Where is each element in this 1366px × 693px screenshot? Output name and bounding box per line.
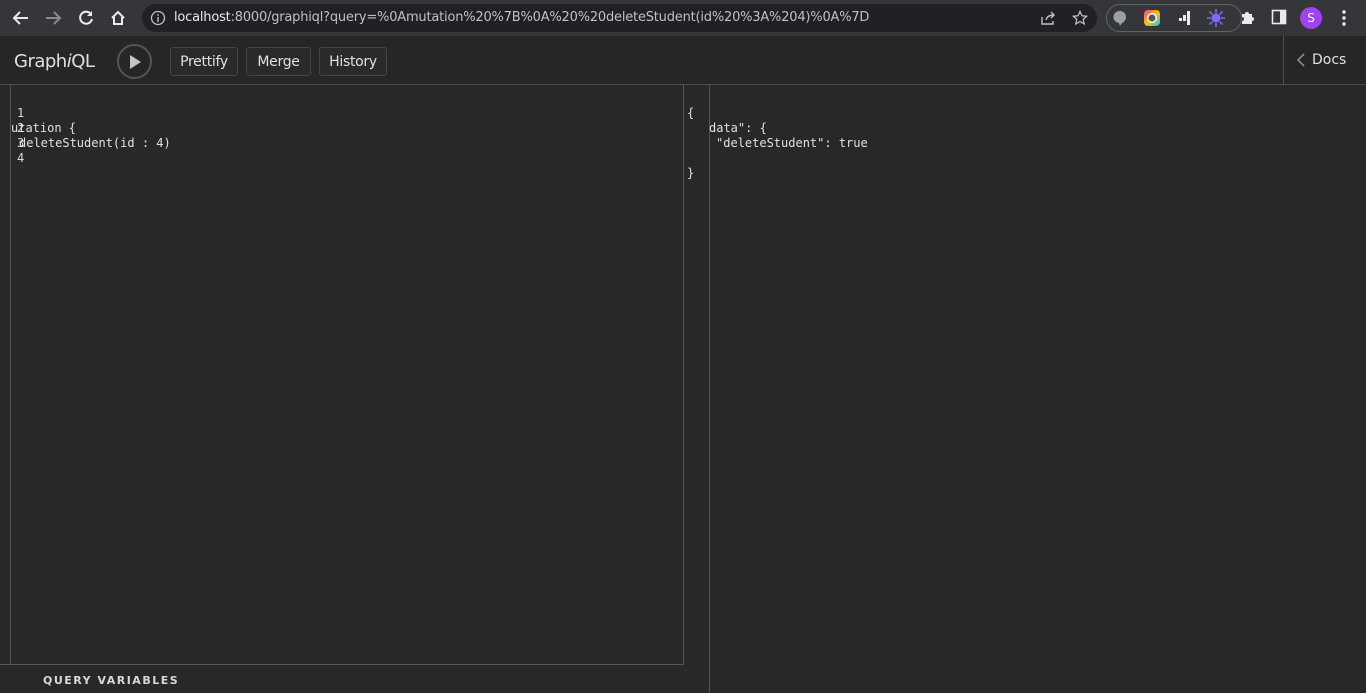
graphiql-toolbar: GraphiQL Prettify Merge History Docs xyxy=(0,36,1366,85)
code-line-delete[interactable]: deleteStudent(id : 4) xyxy=(19,136,171,151)
analytics-extension-icon[interactable] xyxy=(1176,9,1194,27)
prettify-button[interactable]: Prettify xyxy=(170,47,238,76)
reload-icon[interactable] xyxy=(74,6,98,30)
info-icon[interactable] xyxy=(150,10,166,26)
side-panel-icon[interactable] xyxy=(1271,9,1289,27)
query-editor[interactable]: 1 2 3 4 utation { deleteStudent(id : 4) xyxy=(0,85,684,665)
camera-extension-icon[interactable] xyxy=(1143,9,1161,27)
sun-extension-icon[interactable] xyxy=(1207,9,1225,27)
pane-divider[interactable] xyxy=(683,85,684,693)
profile-avatar[interactable]: S xyxy=(1300,7,1322,29)
forward-icon[interactable] xyxy=(41,6,65,30)
result-line: } xyxy=(687,166,695,180)
docs-button[interactable]: Docs xyxy=(1296,52,1346,68)
browser-toolbar: localhost:8000/graphiql?query=%0Amutatio… xyxy=(0,0,1366,36)
url-path: :8000/graphiql?query=%0Amutation%20%7B%0… xyxy=(230,10,870,25)
puzzle-icon[interactable] xyxy=(1239,9,1257,27)
url-host: localhost xyxy=(174,10,231,25)
docs-divider xyxy=(1283,36,1284,84)
menu-icon[interactable] xyxy=(1336,9,1352,27)
docs-label: Docs xyxy=(1312,52,1347,68)
graphiql-title: GraphiQL xyxy=(14,51,95,72)
result-gutter xyxy=(709,85,710,693)
speech-bubble-extension-icon[interactable] xyxy=(1112,9,1130,27)
editor-gutter xyxy=(10,85,11,665)
execute-query-button[interactable] xyxy=(117,44,152,79)
share-icon[interactable] xyxy=(1040,10,1056,26)
back-icon[interactable] xyxy=(9,6,33,30)
result-line: "deleteStudent": true xyxy=(716,136,868,150)
history-button[interactable]: History xyxy=(319,47,387,76)
address-bar[interactable]: localhost:8000/graphiql?query=%0Amutatio… xyxy=(142,4,1097,32)
home-icon[interactable] xyxy=(106,6,130,30)
star-icon[interactable] xyxy=(1071,9,1089,26)
play-icon xyxy=(129,54,141,69)
url-text[interactable]: localhost:8000/graphiql?query=%0Amutatio… xyxy=(174,10,869,25)
title-suffix: QL xyxy=(71,51,95,72)
code-line-mutation[interactable]: utation { xyxy=(11,121,76,136)
avatar-letter: S xyxy=(1307,11,1315,25)
title-prefix: Graph xyxy=(14,51,67,72)
query-variables-title[interactable]: QUERY VARIABLES xyxy=(43,674,179,687)
result-line: { xyxy=(687,106,695,120)
chevron-left-icon xyxy=(1296,53,1305,67)
line-number: 1 xyxy=(17,106,25,120)
line-number: 4 xyxy=(17,151,25,165)
result-line: data": { xyxy=(709,121,767,135)
merge-button[interactable]: Merge xyxy=(246,47,311,76)
query-variables-bar[interactable]: QUERY VARIABLES xyxy=(0,664,684,693)
